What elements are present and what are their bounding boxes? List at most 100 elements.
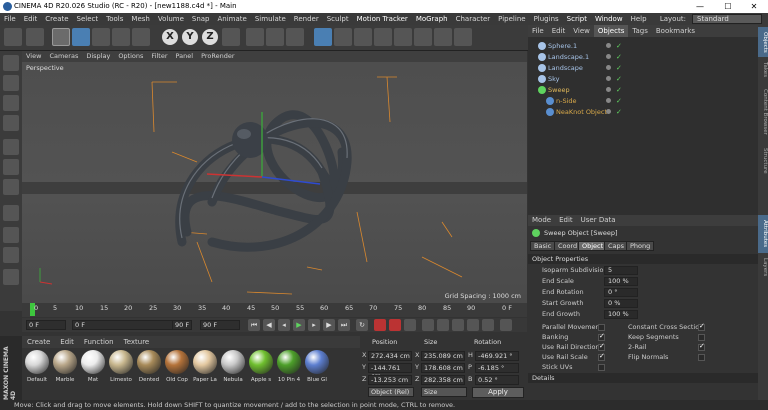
constant-cross-section-checkbox[interactable] (698, 322, 705, 331)
material-swatch[interactable]: 10 Pin 4 (276, 350, 302, 383)
start-growth-field[interactable]: 0 % (604, 299, 638, 308)
object-row[interactable]: Landscape ✓ (528, 63, 758, 74)
enabled-check-icon[interactable]: ✓ (616, 42, 622, 51)
material-swatch[interactable]: Default (24, 350, 50, 383)
floor-icon[interactable] (414, 28, 432, 46)
next-key-icon[interactable]: ▶ (323, 319, 335, 331)
rail-direction-checkbox[interactable] (598, 342, 605, 351)
move-key-icon[interactable] (422, 319, 434, 331)
pla-key-icon[interactable] (482, 319, 494, 331)
maximize-button[interactable]: ☐ (716, 0, 740, 13)
vp-menu-options[interactable]: Options (114, 51, 147, 62)
vp-menu-cameras[interactable]: Cameras (45, 51, 82, 62)
next-frame-icon[interactable]: ▸ (308, 319, 320, 331)
go-to-start-icon[interactable]: ⏮ (248, 319, 260, 331)
param-key-icon[interactable] (467, 319, 479, 331)
menu-file[interactable]: File (0, 13, 20, 25)
render-picture-viewer-icon[interactable] (266, 28, 284, 46)
position-y-field[interactable]: -144.761 cm (368, 363, 412, 380)
layout-select[interactable]: Standard (692, 14, 762, 24)
render-settings-icon[interactable] (286, 28, 304, 46)
object-row[interactable]: Sky ✓ (528, 74, 758, 85)
move-icon[interactable] (72, 28, 90, 46)
render-view-icon[interactable] (246, 28, 264, 46)
position-x-field[interactable]: 272.434 cm (368, 351, 412, 361)
object-row[interactable]: Sphere.1 ✓ (528, 41, 758, 52)
side-tab-takes[interactable]: Takes (758, 59, 768, 81)
y-axis-lock-icon[interactable]: Y (182, 29, 198, 45)
tab-phong[interactable]: Phong (626, 241, 655, 251)
keyframe-selection-icon[interactable] (404, 319, 416, 331)
menu-plugins[interactable]: Plugins (530, 13, 563, 25)
record-active-icon[interactable] (374, 319, 386, 331)
tab-basic[interactable]: Basic (530, 241, 556, 251)
end-rotation-field[interactable]: 0 ° (604, 288, 638, 297)
om-menu-bookmarks[interactable]: Bookmarks (652, 25, 699, 37)
side-tab-attributes[interactable]: Attributes (758, 215, 768, 253)
side-tab-content-browser[interactable]: Content Browser (758, 83, 768, 141)
material-swatch[interactable]: Paper La (192, 350, 218, 383)
menu-script[interactable]: Script (563, 13, 591, 25)
material-swatch[interactable]: Marble (52, 350, 78, 383)
om-menu-view[interactable]: View (569, 25, 594, 37)
tab-caps[interactable]: Caps (604, 241, 629, 251)
menu-select[interactable]: Select (73, 13, 103, 25)
live-selection-icon[interactable] (52, 28, 70, 46)
enabled-check-icon[interactable]: ✓ (616, 64, 622, 73)
mat-menu-function[interactable]: Function (79, 336, 119, 348)
isoparm-field[interactable]: 5 (604, 266, 638, 275)
timeline-menu-icon[interactable] (500, 319, 512, 331)
visibility-dot[interactable] (606, 54, 611, 59)
om-menu-edit[interactable]: Edit (548, 25, 570, 37)
go-to-end-icon[interactable]: ⏭ (338, 319, 350, 331)
banking-checkbox[interactable] (598, 332, 605, 341)
scale-icon[interactable] (92, 28, 110, 46)
enabled-check-icon[interactable]: ✓ (616, 108, 622, 117)
coordinate-system-icon[interactable] (222, 28, 240, 46)
menu-mesh[interactable]: Mesh (127, 13, 153, 25)
menu-sculpt[interactable]: Sculpt (323, 13, 353, 25)
scale-key-icon[interactable] (437, 319, 449, 331)
om-menu-objects[interactable]: Objects (593, 25, 629, 37)
material-swatch[interactable]: Mat (80, 350, 106, 383)
menu-pipeline[interactable]: Pipeline (494, 13, 529, 25)
previous-frame-icon[interactable]: ◂ (278, 319, 290, 331)
object-row[interactable]: Sweep ✓ (528, 85, 758, 96)
object-properties-section[interactable]: Object Properties (528, 254, 758, 264)
menu-help[interactable]: Help (627, 13, 651, 25)
rotation-b-field[interactable]: 0.52 ° (475, 375, 519, 385)
tweak-mode-icon[interactable] (3, 227, 19, 243)
menu-mograph[interactable]: MoGraph (412, 13, 452, 25)
vp-menu-panel[interactable]: Panel (172, 51, 198, 62)
object-row[interactable]: Landscape.1 ✓ (528, 52, 758, 63)
visibility-dot[interactable] (606, 76, 611, 81)
visibility-dot[interactable] (606, 98, 611, 103)
start-frame-field[interactable]: 0 F (26, 320, 66, 330)
material-swatch[interactable]: Apple s (248, 350, 274, 383)
object-row[interactable]: n-Side ✓ (528, 96, 758, 107)
z-axis-lock-icon[interactable]: Z (202, 29, 218, 45)
recent-tools-icon[interactable] (132, 28, 150, 46)
rotate-key-icon[interactable] (452, 319, 464, 331)
array-icon[interactable] (374, 28, 392, 46)
minimize-button[interactable]: — (688, 0, 712, 13)
snap-icon[interactable] (3, 247, 19, 263)
rotation-h-field[interactable]: -469.921 ° (475, 351, 519, 361)
material-swatch[interactable]: Old Cop (164, 350, 190, 383)
menu-render[interactable]: Render (290, 13, 323, 25)
menu-motion-tracker[interactable]: Motion Tracker (353, 13, 412, 25)
keep-segments-checkbox[interactable] (698, 334, 705, 341)
deformer-icon[interactable] (394, 28, 412, 46)
side-tab-structure[interactable]: Structure (758, 143, 768, 179)
details-section[interactable]: Details (528, 373, 758, 383)
vp-menu-prorender[interactable]: ProRender (197, 51, 238, 62)
vp-menu-filter[interactable]: Filter (147, 51, 171, 62)
redo-icon[interactable] (26, 28, 44, 46)
flip-normals-checkbox[interactable] (698, 354, 705, 361)
end-frame-field[interactable]: 90 F (172, 320, 192, 330)
timeline-ruler[interactable]: 0 5 10 15 20 25 30 35 40 45 50 55 60 65 … (22, 303, 527, 317)
om-menu-tags[interactable]: Tags (628, 25, 652, 37)
rotate-icon[interactable] (112, 28, 130, 46)
edges-mode-icon[interactable] (3, 159, 19, 175)
am-menu-edit[interactable]: Edit (555, 215, 577, 226)
